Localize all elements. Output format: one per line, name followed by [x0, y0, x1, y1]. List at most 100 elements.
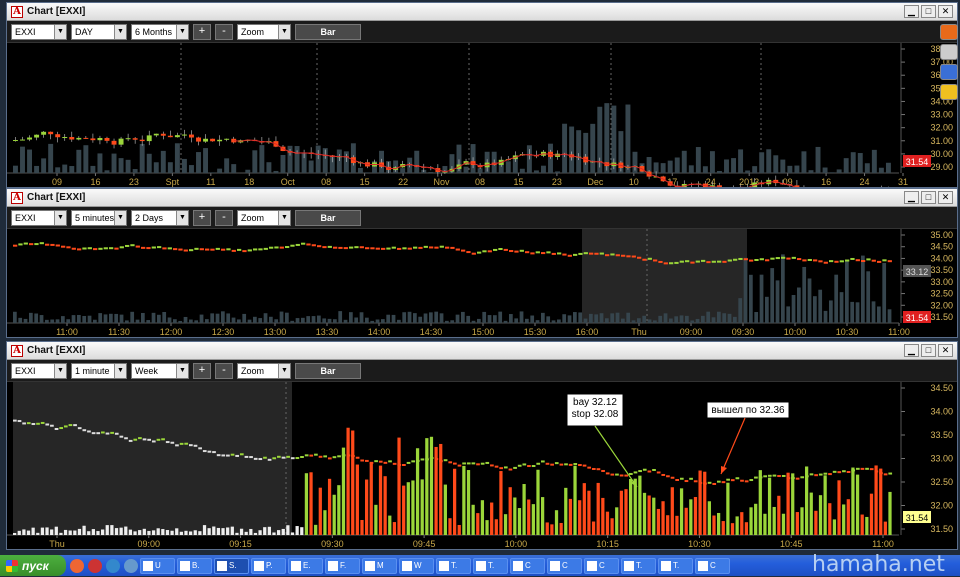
- volume-bar: [205, 319, 209, 323]
- interval-select[interactable]: 1 minute▼: [71, 363, 127, 379]
- price-chart[interactable]: 35.0034.5034.0033.5033.0032.5032.0031.50…: [7, 229, 957, 337]
- taskbar-item[interactable]: E.: [288, 558, 323, 574]
- taskbar-item[interactable]: B.: [177, 558, 212, 574]
- volume-bar: [48, 144, 53, 173]
- range-select[interactable]: Week▼: [131, 363, 189, 379]
- volume-bar: [671, 487, 674, 535]
- taskbar-item[interactable]: S.: [214, 558, 249, 574]
- volume-bar: [203, 525, 206, 535]
- taskbar-item[interactable]: M: [362, 558, 397, 574]
- price-tick-label: 32.00: [930, 123, 953, 133]
- taskbar-item[interactable]: C: [584, 558, 619, 574]
- volume-bar: [274, 319, 278, 323]
- last-price-label: 31.54: [906, 313, 929, 323]
- zoom-out-button[interactable]: -: [215, 24, 233, 40]
- start-button[interactable]: пуск: [0, 555, 66, 576]
- window-icon[interactable]: [940, 64, 958, 80]
- volume-bar: [466, 316, 470, 323]
- price-tick-label: 32.50: [930, 477, 953, 487]
- taskbar-item[interactable]: T.: [658, 558, 693, 574]
- mic-icon[interactable]: [940, 44, 958, 60]
- volume-bar: [333, 319, 337, 323]
- volume-bar: [285, 313, 289, 323]
- symbol-select[interactable]: EXXI▼: [11, 24, 67, 40]
- maximize-button[interactable]: □: [921, 191, 936, 204]
- price-chart[interactable]: 34.5034.0033.5033.0032.5032.0031.50Thu09…: [7, 382, 957, 549]
- volume-bar: [120, 528, 123, 535]
- maximize-button[interactable]: □: [921, 5, 936, 18]
- taskbar-item[interactable]: W: [399, 558, 434, 574]
- mode-select[interactable]: Zoom▼: [237, 24, 291, 40]
- chevron-down-icon: ▼: [54, 364, 66, 378]
- app-icon: [365, 561, 375, 571]
- back-icon[interactable]: [940, 24, 958, 40]
- interval-select[interactable]: 5 minutes▼: [71, 210, 127, 226]
- media-icon[interactable]: [124, 559, 138, 573]
- zoom-out-button[interactable]: -: [215, 210, 233, 226]
- volume-bar: [370, 321, 374, 323]
- taskbar-item[interactable]: P.: [251, 558, 286, 574]
- volume-bar: [434, 447, 437, 535]
- chart-type-button[interactable]: Bar: [295, 363, 361, 379]
- volume-bar: [400, 168, 405, 173]
- chart-type-button[interactable]: Bar: [295, 210, 361, 226]
- range-select[interactable]: 6 Months▼: [131, 24, 189, 40]
- symbol-select[interactable]: EXXI▼: [11, 210, 67, 226]
- candle: [133, 138, 138, 139]
- volume-bar: [616, 313, 620, 323]
- zoom-in-button[interactable]: +: [193, 210, 211, 226]
- taskbar-item[interactable]: T.: [473, 558, 508, 574]
- mode-select[interactable]: Zoom▼: [237, 210, 291, 226]
- range-select[interactable]: 2 Days▼: [131, 210, 189, 226]
- maximize-button[interactable]: □: [921, 344, 936, 357]
- taskbar-item[interactable]: T.: [436, 558, 471, 574]
- minimize-button[interactable]: ▁: [904, 5, 919, 18]
- volume-bar: [495, 519, 498, 535]
- minimize-button[interactable]: ▁: [904, 191, 919, 204]
- volume-bar: [592, 522, 595, 535]
- ie-icon[interactable]: [106, 559, 120, 573]
- symbol-select[interactable]: EXXI▼: [11, 363, 67, 379]
- volume-bar: [146, 320, 150, 323]
- opera-icon[interactable]: [88, 559, 102, 573]
- volume-bar: [546, 522, 549, 535]
- taskbar-item[interactable]: T.: [621, 558, 656, 574]
- volume-bar: [41, 528, 44, 535]
- taskbar-item[interactable]: C: [695, 558, 730, 574]
- time-tick-label: Oct: [281, 177, 296, 187]
- chart-toolbar: EXXI▼ 5 minutes▼ 2 Days▼ + - Zoom▼ Bar: [7, 207, 957, 229]
- volume-bar: [413, 313, 417, 323]
- volume-bar: [376, 320, 380, 323]
- volume-bar: [245, 170, 250, 173]
- chart-type-button[interactable]: Bar: [295, 24, 361, 40]
- volume-bar: [518, 508, 521, 535]
- zoom-in-button[interactable]: +: [193, 24, 211, 40]
- close-button[interactable]: ✕: [938, 5, 953, 18]
- price-chart[interactable]: 38.0037.0036.0035.0034.0033.0032.0031.00…: [7, 43, 957, 187]
- taskbar-item-label: S.: [229, 561, 237, 570]
- volume-bar: [328, 319, 332, 323]
- volume-bar: [546, 316, 550, 323]
- taskbar-item[interactable]: F.: [325, 558, 360, 574]
- volume-bar: [249, 529, 252, 535]
- volume-bar: [194, 530, 197, 535]
- taskbar-item[interactable]: C: [547, 558, 582, 574]
- volume-bar: [706, 312, 710, 323]
- close-button[interactable]: ✕: [938, 344, 953, 357]
- volume-bar: [850, 302, 854, 323]
- title-bar: A Chart [EXXI] ▁ □ ✕: [7, 189, 957, 207]
- taskbar-item[interactable]: U: [140, 558, 175, 574]
- mode-select[interactable]: Zoom▼: [237, 363, 291, 379]
- taskbar-item[interactable]: C: [510, 558, 545, 574]
- volume-bar: [392, 315, 396, 323]
- minimize-button[interactable]: ▁: [904, 344, 919, 357]
- zoom-in-button[interactable]: +: [193, 363, 211, 379]
- zoom-out-button[interactable]: -: [215, 363, 233, 379]
- browser-icon[interactable]: [70, 559, 84, 573]
- volume-bar: [731, 523, 734, 535]
- volume-bar: [175, 143, 180, 173]
- settings-icon[interactable]: [940, 84, 958, 100]
- volume-bar: [856, 475, 859, 535]
- close-button[interactable]: ✕: [938, 191, 953, 204]
- interval-select[interactable]: DAY▼: [71, 24, 127, 40]
